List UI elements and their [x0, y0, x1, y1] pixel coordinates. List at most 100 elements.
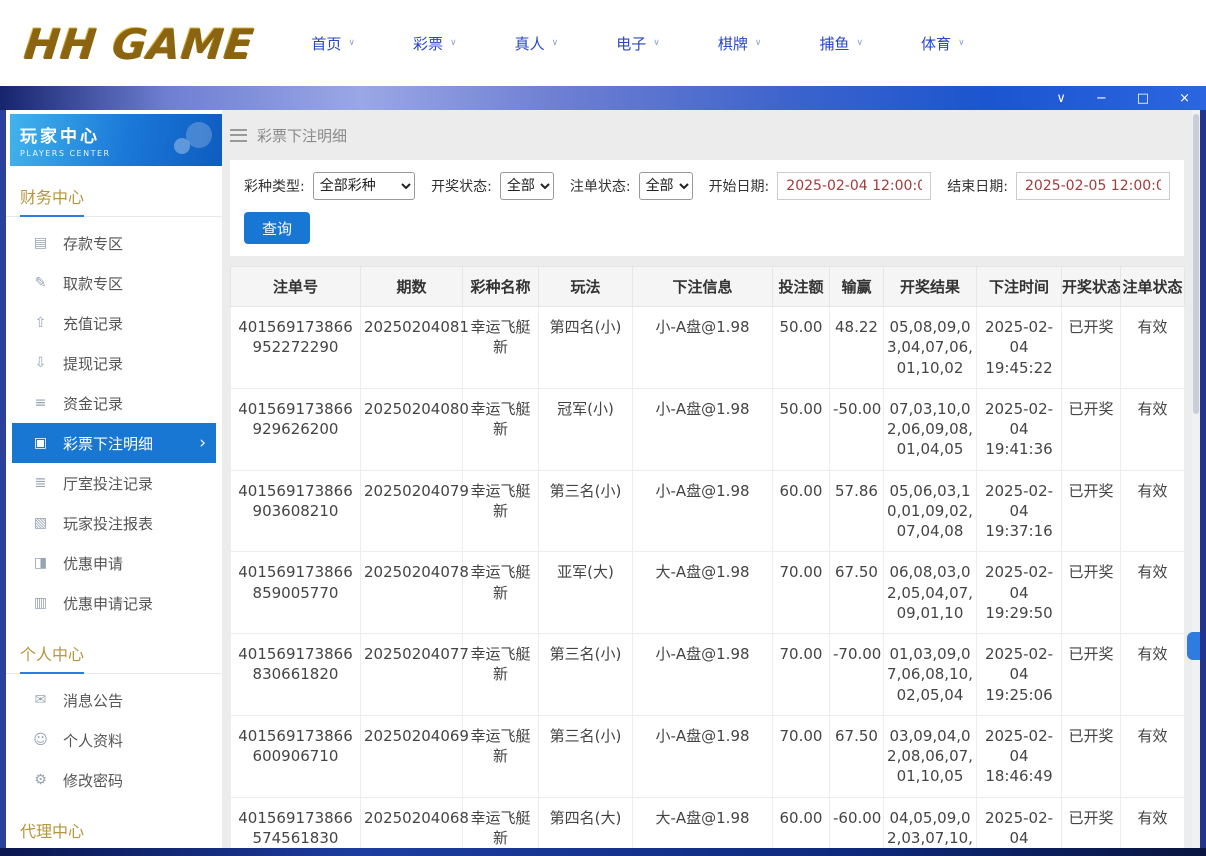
table-row: 40156917386657456183020250204068幸运飞艇新第四名… — [231, 797, 1185, 848]
sidebar-item-label: 资金记录 — [63, 393, 123, 414]
table-cell: -70.00 — [830, 634, 884, 716]
vertical-scrollbar[interactable] — [1192, 110, 1200, 848]
promo-apply-icon: ◨ — [32, 555, 49, 571]
sidebar-item-deposit[interactable]: ▤存款专区 — [12, 223, 216, 263]
withdrawal-records-icon: ⇩ — [32, 355, 49, 371]
sidebar-item-label: 消息公告 — [63, 690, 123, 711]
chevron-down-icon: ∨ — [958, 38, 965, 48]
maximize-button[interactable]: □ — [1137, 92, 1149, 105]
start-date-input[interactable] — [777, 172, 931, 200]
top-header: HH GAME 首页∨ 彩票∨ 真人∨ 电子 ∨ 棋牌∨ 捕鱼 ∨ 体育 ∨ — [0, 0, 1206, 86]
draw-status-select[interactable]: 全部 — [500, 172, 554, 200]
sidebar-section-title: 财务中心 — [6, 178, 222, 217]
table-cell: 05,08,09,03,04,07,06,01,10,02 — [884, 307, 977, 389]
sidebar-item-promo-apply-records[interactable]: ▥优惠申请记录 — [12, 583, 216, 623]
menu-toggle-icon[interactable] — [230, 129, 247, 142]
table-cell: 03,09,04,02,08,06,07,01,10,05 — [884, 715, 977, 797]
sidebar-item-profile[interactable]: ☺个人资料 — [12, 720, 216, 760]
nav-item-board-games[interactable]: 棋牌∨ — [718, 33, 762, 54]
table-row: 40156917386690360821020250204079幸运飞艇新第三名… — [231, 470, 1185, 552]
nav-item-live[interactable]: 真人∨ — [515, 33, 559, 54]
table-cell: 2025-02-04 19:45:22 — [977, 307, 1062, 389]
sidebar-item-promo-apply[interactable]: ◨优惠申请 — [12, 543, 216, 583]
nav-item-lottery[interactable]: 彩票∨ — [413, 33, 457, 54]
table-cell: 已开奖 — [1062, 797, 1121, 848]
close-button[interactable]: × — [1179, 92, 1190, 105]
table-cell: 20250204068 — [361, 797, 463, 848]
table-cell: 20250204077 — [361, 634, 463, 716]
brand-logo[interactable]: HH GAME — [24, 19, 253, 68]
table-cell: 06,08,03,02,05,04,07,09,01,10 — [884, 552, 977, 634]
table-cell: 有效 — [1121, 307, 1185, 389]
table-cell: 401569173866903608210 — [231, 470, 361, 552]
nav-item-label: 电子 — [616, 33, 646, 54]
brand-logo-text: HH GAME — [21, 19, 256, 68]
column-header: 彩种名称 — [463, 267, 539, 307]
sidebar-section: 个人中心✉消息公告☺个人资料⚙修改密码 — [6, 635, 222, 800]
table-row: 40156917386695227229020250204081幸运飞艇新第四名… — [231, 307, 1185, 389]
column-header: 玩法 — [539, 267, 633, 307]
nav-item-home[interactable]: 首页∨ — [311, 33, 355, 54]
start-date-label: 开始日期: — [709, 176, 770, 196]
chevron-down-icon: ∨ — [348, 38, 355, 48]
filter-panel: 彩种类型: 全部彩种 开奖状态: 全部 注单状态: 全部 开始日期: 结束日期: — [230, 160, 1184, 256]
nav-item-electronic[interactable]: 电子 ∨ — [616, 33, 660, 54]
floating-service-tab[interactable] — [1187, 632, 1200, 660]
gamepad-decoration — [160, 118, 216, 164]
table-cell: 有效 — [1121, 715, 1185, 797]
table-cell: 60.00 — [773, 797, 830, 848]
table-row: 40156917386685900577020250204078幸运飞艇新亚军(… — [231, 552, 1185, 634]
draw-status-label: 开奖状态: — [431, 176, 492, 196]
sidebar-section: 财务中心▤存款专区✎取款专区⇧充值记录⇩提现记录≡资金记录▣彩票下注明细›≣厅室… — [6, 178, 222, 623]
nav-item-label: 捕鱼 — [819, 33, 849, 54]
sidebar-item-withdrawal-records[interactable]: ⇩提现记录 — [12, 343, 216, 383]
table-cell: 48.22 — [830, 307, 884, 389]
table-cell: 有效 — [1121, 388, 1185, 470]
chevron-right-icon: › — [199, 435, 206, 452]
table-row: 40156917386660090671020250204069幸运飞艇新第三名… — [231, 715, 1185, 797]
table-cell: 401569173866600906710 — [231, 715, 361, 797]
table-cell: 第四名(大) — [539, 797, 633, 848]
table-cell: 第三名(小) — [539, 470, 633, 552]
table-cell: 70.00 — [773, 634, 830, 716]
scrollbar-thumb[interactable] — [1193, 114, 1199, 414]
order-status-select[interactable]: 全部 — [639, 172, 693, 200]
search-button[interactable]: 查询 — [244, 212, 310, 244]
gear-icon: ⚙ — [32, 772, 49, 788]
table-cell: 大-A盘@1.98 — [633, 552, 773, 634]
window-bottom-border — [0, 848, 1206, 856]
nav-item-sports[interactable]: 体育 ∨ — [921, 33, 965, 54]
sidebar-item-hall-bet-records[interactable]: ≣厅室投注记录 — [12, 463, 216, 503]
nav-item-fishing[interactable]: 捕鱼 ∨ — [819, 33, 863, 54]
lottery-type-select[interactable]: 全部彩种 — [313, 172, 415, 200]
table-cell: 小-A盘@1.98 — [633, 470, 773, 552]
minimize-button[interactable]: − — [1096, 92, 1107, 105]
chevron-down-icon: ∨ — [653, 38, 660, 48]
sidebar-item-lottery-bet-details[interactable]: ▣彩票下注明细› — [12, 423, 216, 463]
table-cell: 67.50 — [830, 552, 884, 634]
sidebar-item-label: 玩家投注报表 — [63, 513, 153, 534]
table-cell: 已开奖 — [1062, 388, 1121, 470]
sidebar-item-withdraw[interactable]: ✎取款专区 — [12, 263, 216, 303]
sidebar-item-player-bet-report[interactable]: ▧ 玩家投注报表 — [12, 503, 216, 543]
table-cell: 已开奖 — [1062, 634, 1121, 716]
column-header: 输赢 — [830, 267, 884, 307]
end-date-input[interactable] — [1016, 172, 1170, 200]
sidebar-item-label: 彩票下注明细 — [63, 433, 153, 454]
sidebar-item-change-password[interactable]: ⚙修改密码 — [12, 760, 216, 800]
chevron-down-icon: ∨ — [856, 38, 863, 48]
player-bet-report-icon: ▧ — [32, 515, 49, 531]
nav-item-label: 体育 — [921, 33, 951, 54]
collapse-button[interactable]: ∨ — [1056, 92, 1066, 105]
sidebar-item-messages[interactable]: ✉消息公告 — [12, 680, 216, 720]
table-cell: 幸运飞艇新 — [463, 388, 539, 470]
table-cell: 401569173866830661820 — [231, 634, 361, 716]
end-date-label: 结束日期: — [947, 176, 1008, 196]
table-cell: 50.00 — [773, 307, 830, 389]
filter-row: 彩种类型: 全部彩种 开奖状态: 全部 注单状态: 全部 开始日期: 结束日期: — [244, 172, 1170, 200]
table-cell: 第四名(小) — [539, 307, 633, 389]
sidebar-item-fund-records[interactable]: ≡资金记录 — [12, 383, 216, 423]
table-cell: 已开奖 — [1062, 307, 1121, 389]
sidebar-item-recharge-records[interactable]: ⇧充值记录 — [12, 303, 216, 343]
table-cell: 第三名(小) — [539, 715, 633, 797]
